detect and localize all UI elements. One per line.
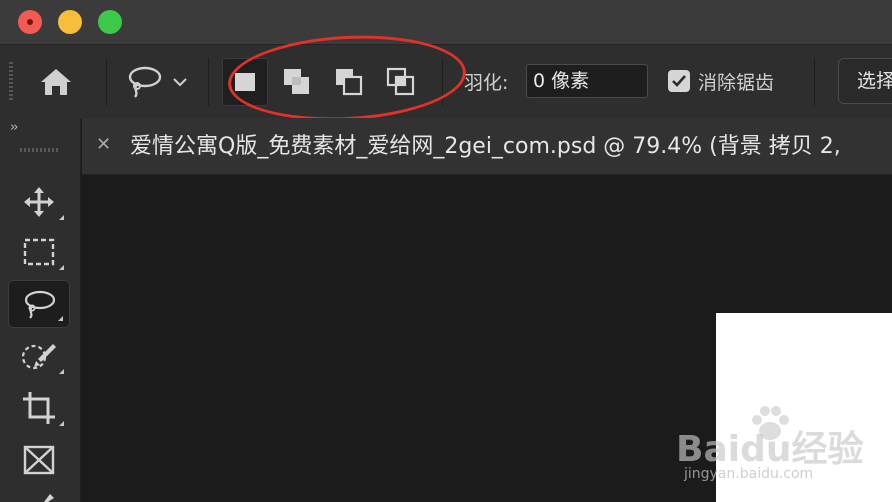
move-icon xyxy=(24,187,54,217)
close-dot-icon xyxy=(27,19,33,25)
expand-panel-icon[interactable]: ›› xyxy=(10,120,19,135)
close-window-button[interactable] xyxy=(18,10,42,34)
lasso-icon xyxy=(24,290,56,319)
home-icon xyxy=(41,69,71,95)
lasso-tool[interactable] xyxy=(8,280,70,328)
window-titlebar xyxy=(0,0,892,44)
minimize-window-button[interactable] xyxy=(58,10,82,34)
antialias-label: 消除锯齿 xyxy=(698,72,775,94)
crop-tool[interactable] xyxy=(8,384,70,432)
options-separator xyxy=(106,58,107,106)
tool-group-indicator xyxy=(59,369,64,374)
options-separator xyxy=(814,58,815,106)
marquee-icon xyxy=(23,238,55,266)
feather-label: 羽化: xyxy=(464,72,509,94)
close-tab-icon[interactable]: ✕ xyxy=(96,134,111,155)
antialias-checkbox[interactable] xyxy=(668,70,690,92)
eyedropper-tool[interactable] xyxy=(8,486,70,502)
zoom-window-button[interactable] xyxy=(98,10,122,34)
tool-group-indicator xyxy=(59,215,64,220)
watermark-brand: Baidu经验 xyxy=(676,429,864,470)
lasso-icon xyxy=(128,66,162,98)
options-separator xyxy=(208,58,209,106)
frame-tool[interactable] xyxy=(8,436,70,484)
options-bar-grip[interactable] xyxy=(9,62,13,102)
eyedropper-icon xyxy=(44,494,54,502)
chevron-down-icon xyxy=(173,78,187,87)
tools-panel-grip[interactable] xyxy=(20,148,60,152)
crop-icon xyxy=(23,392,55,424)
quick-selection-tool[interactable] xyxy=(8,332,70,380)
tool-group-indicator xyxy=(59,265,64,270)
watermark-url: jingyan.baidu.com xyxy=(684,466,814,482)
quick-selection-icon xyxy=(21,344,56,370)
document-title: 爱情公寓Q版_免费素材_爱给网_2gei_com.psd @ 79.4% (背景… xyxy=(130,134,841,159)
feather-input[interactable]: 0 像素 xyxy=(526,64,648,98)
tool-group-indicator xyxy=(58,316,63,321)
select-and-mask-button[interactable]: 选择 xyxy=(838,58,892,104)
tool-preset-picker[interactable] xyxy=(118,60,194,104)
frame-icon xyxy=(23,445,55,475)
home-button[interactable] xyxy=(36,62,76,102)
checkmark-icon xyxy=(672,75,686,87)
move-tool[interactable] xyxy=(8,178,70,226)
tool-group-indicator xyxy=(59,421,64,426)
rectangular-marquee-tool[interactable] xyxy=(8,228,70,276)
